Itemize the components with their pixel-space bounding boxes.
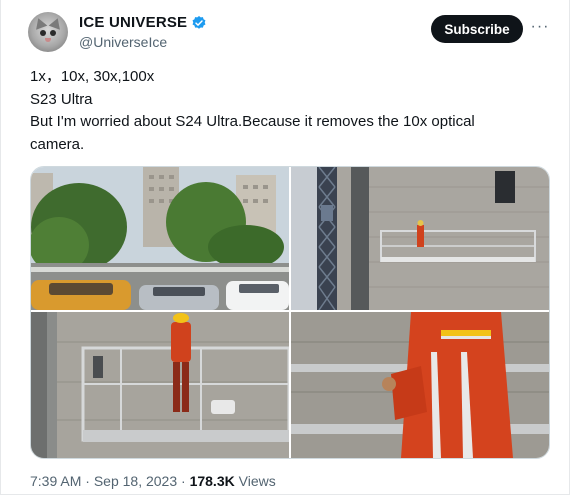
meta-separator: · <box>181 473 186 489</box>
tweet-line: 1x，10x, 30x,100x <box>30 68 155 85</box>
author-avatar[interactable] <box>28 12 68 52</box>
photo-worker-closeup-100x[interactable] <box>291 312 549 458</box>
media-grid <box>30 166 550 459</box>
subscribe-button[interactable]: Subscribe <box>431 15 523 43</box>
photo-street-1x[interactable] <box>31 167 289 310</box>
cat-ear-icon <box>32 16 48 30</box>
author-display-name[interactable]: ICE UNIVERSE <box>79 14 187 31</box>
tweet-text: 1x，10x, 30x,100x S23 Ultra But I'm worri… <box>30 66 550 156</box>
views-count: 178.3K <box>189 473 235 489</box>
tweet-meta: 7:39 AM · Sep 18, 2023 · 178.3K Views <box>30 473 276 489</box>
more-options-icon[interactable]: ··· <box>530 18 550 38</box>
tweet-time[interactable]: 7:39 AM <box>30 473 81 489</box>
cat-eye-icon <box>50 30 56 36</box>
tweet-line: camera. <box>30 135 85 153</box>
cat-nose-icon <box>45 38 51 42</box>
meta-separator: · <box>85 473 90 489</box>
tweet-line: S23 Ultra <box>30 90 93 108</box>
cat-ear-icon <box>48 16 64 30</box>
tweet-date[interactable]: Sep 18, 2023 <box>94 473 177 489</box>
verified-badge-icon[interactable] <box>191 15 207 31</box>
cat-eye-icon <box>40 30 46 36</box>
photo-facade-10x[interactable] <box>291 167 549 310</box>
tweet-line: But I'm worried about S24 Ultra.Because … <box>30 113 475 130</box>
photo-worker-30x[interactable] <box>31 312 289 458</box>
author-handle[interactable]: @UniverseIce <box>79 34 167 50</box>
views-label: Views <box>238 473 276 489</box>
author-name-row[interactable]: ICE UNIVERSE <box>79 14 207 31</box>
